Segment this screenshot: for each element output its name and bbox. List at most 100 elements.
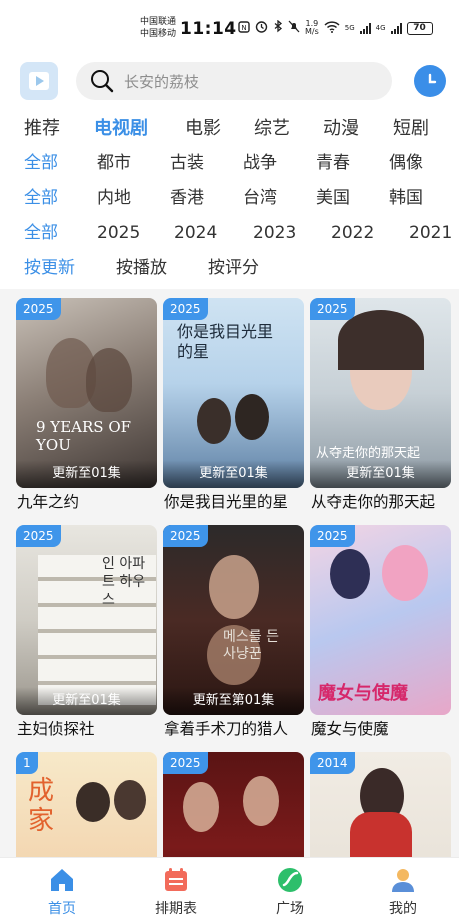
bottom-nav: 首页 排期表 广场 我的 <box>0 857 459 921</box>
filter-year-item[interactable]: 2022 <box>331 220 374 246</box>
carrier-2: 中国移动 <box>140 29 177 39</box>
calendar-icon <box>165 868 187 891</box>
year-badge: 2025 <box>310 298 355 320</box>
filter-region-item[interactable]: 韩国 <box>389 185 423 211</box>
nav-home[interactable]: 首页 <box>22 858 102 921</box>
nav-plaza-label: 广场 <box>276 901 304 917</box>
year-badge: 1 <box>16 752 38 774</box>
drama-title: 魔女与使魔 <box>311 720 389 738</box>
year-badge: 2014 <box>310 752 355 774</box>
search-input[interactable]: 长安的荔枝 <box>124 71 199 92</box>
drama-title: 从夺走你的那天起 <box>311 493 436 511</box>
drama-grid: 9 YEARS OF YOU 2025 更新至01集 九年之约 你是我目光里的星… <box>0 289 459 857</box>
poster-title: 魔女与使魔 <box>318 683 408 704</box>
filter-region-item[interactable]: 香港 <box>170 185 204 211</box>
filter-region-item[interactable]: 台湾 <box>243 185 277 211</box>
poster-title: 메스를 든 사냥꾼 <box>223 629 279 662</box>
status-icons: N 1.9 M/s 5G 4G 70 <box>238 20 433 36</box>
poster-image: 메스를 든 사냥꾼 2025 更新至第01集 <box>163 525 304 715</box>
category-tabs: 推荐 电视剧 电影 综艺 动漫 短剧 <box>0 116 459 142</box>
poster-image: 魔女与使魔 2025 <box>310 525 451 715</box>
tab-anime[interactable]: 动漫 <box>323 116 359 142</box>
poster-title: 9 YEARS OF YOU <box>36 418 132 454</box>
poster-image: 2025 <box>163 752 304 857</box>
user-icon <box>392 869 414 892</box>
poster-image: 从夺走你的那天起 2025 更新至01集 <box>310 298 451 488</box>
tab-recommend[interactable]: 推荐 <box>24 116 60 142</box>
nav-plaza[interactable]: 广场 <box>250 858 330 921</box>
filter-genre-item[interactable]: 古装 <box>170 150 204 176</box>
sort-by-rating[interactable]: 按评分 <box>208 255 259 281</box>
drama-title: 拿着手术刀的猎人 <box>164 720 289 738</box>
drama-title: 九年之约 <box>17 493 80 511</box>
update-status: 更新至第01集 <box>163 687 304 715</box>
filter-region-item[interactable]: 内地 <box>97 185 131 211</box>
nav-mine[interactable]: 我的 <box>363 858 443 921</box>
filter-year-item[interactable]: 2024 <box>174 220 217 246</box>
update-status: 更新至01集 <box>163 460 304 488</box>
nav-schedule[interactable]: 排期表 <box>136 858 216 921</box>
year-badge: 2025 <box>310 525 355 547</box>
alarm-icon <box>255 20 268 36</box>
nfc-icon: N <box>238 20 250 36</box>
clock-icon <box>428 73 437 84</box>
mute-icon <box>288 20 300 36</box>
poster-title: 你是我目光里的星 <box>177 322 274 361</box>
sort-by-plays[interactable]: 按播放 <box>116 255 167 281</box>
filter-genre-item[interactable]: 全部 <box>24 150 58 176</box>
filter-year: 全部 2025 2024 2023 2022 2021 <box>0 220 459 246</box>
status-bar: 中国联通 中国移动 11:14 N 1.9 M/s 5G 4G 70 <box>0 0 459 46</box>
filter-year-item[interactable]: 全部 <box>24 220 58 246</box>
filter-region-item[interactable]: 全部 <box>24 185 58 211</box>
sort-by-update[interactable]: 按更新 <box>24 255 75 281</box>
year-badge: 2025 <box>163 752 208 774</box>
battery-icon: 70 <box>406 21 433 35</box>
poster-image: 你是我目光里的星 2025 更新至01集 <box>163 298 304 488</box>
poster-image: 9 YEARS OF YOU 2025 更新至01集 <box>16 298 157 488</box>
play-logo-icon[interactable] <box>20 62 58 100</box>
filter-genre-item[interactable]: 都市 <box>97 150 131 176</box>
plaza-icon <box>278 868 302 892</box>
wifi-icon <box>324 20 340 36</box>
filter-sort: 按更新 按播放 按评分 <box>0 255 459 281</box>
tab-short-drama[interactable]: 短剧 <box>393 116 429 142</box>
update-status: 更新至01集 <box>16 460 157 488</box>
signal-icon-1 <box>359 22 371 34</box>
filter-year-item[interactable]: 2021 <box>409 220 452 246</box>
filter-region: 全部 内地 香港 台湾 美国 韩国 <box>0 185 459 211</box>
svg-text:N: N <box>241 24 246 32</box>
poster-title: 成家 <box>28 776 55 836</box>
filter-region-item[interactable]: 美国 <box>316 185 350 211</box>
tab-tv-series[interactable]: 电视剧 <box>94 116 148 142</box>
poster-image: 2014 <box>310 752 451 857</box>
filter-genre-item[interactable]: 偶像 <box>389 150 423 176</box>
drama-title: 主妇侦探社 <box>17 720 95 738</box>
carrier-labels: 中国联通 中国移动 <box>140 16 176 40</box>
home-icon <box>51 869 73 891</box>
year-badge: 2025 <box>16 298 61 320</box>
net-speed-unit: M/s <box>305 27 319 36</box>
nav-mine-label: 我的 <box>389 901 417 917</box>
carrier-1: 中国联通 <box>140 17 177 27</box>
filter-genre: 全部 都市 古装 战争 青春 偶像 <box>0 150 459 176</box>
update-status: 更新至01集 <box>16 687 157 715</box>
history-button[interactable] <box>414 65 446 97</box>
tab-movie[interactable]: 电影 <box>185 116 221 142</box>
net-speed: 1.9 M/s <box>305 20 319 36</box>
nav-schedule-label: 排期表 <box>155 901 197 917</box>
tab-variety[interactable]: 综艺 <box>254 116 290 142</box>
year-badge: 2025 <box>163 525 208 547</box>
poster-image: 인 아파트 하우스 2025 更新至01集 <box>16 525 157 715</box>
filter-genre-item[interactable]: 青春 <box>316 150 350 176</box>
search-icon <box>91 70 114 93</box>
poster-title: 인 아파트 하우스 <box>102 556 146 608</box>
signal-icon-2 <box>390 22 402 34</box>
filter-genre-item[interactable]: 战争 <box>243 150 277 176</box>
filter-year-item[interactable]: 2025 <box>97 220 140 246</box>
filter-year-item[interactable]: 2023 <box>253 220 296 246</box>
net-type-1: 5G <box>344 24 355 32</box>
poster-image: 成家 1 <box>16 752 157 857</box>
nav-home-label: 首页 <box>48 901 76 917</box>
search-bar[interactable]: 长安的荔枝 <box>76 62 392 100</box>
drama-title: 你是我目光里的星 <box>164 493 289 511</box>
